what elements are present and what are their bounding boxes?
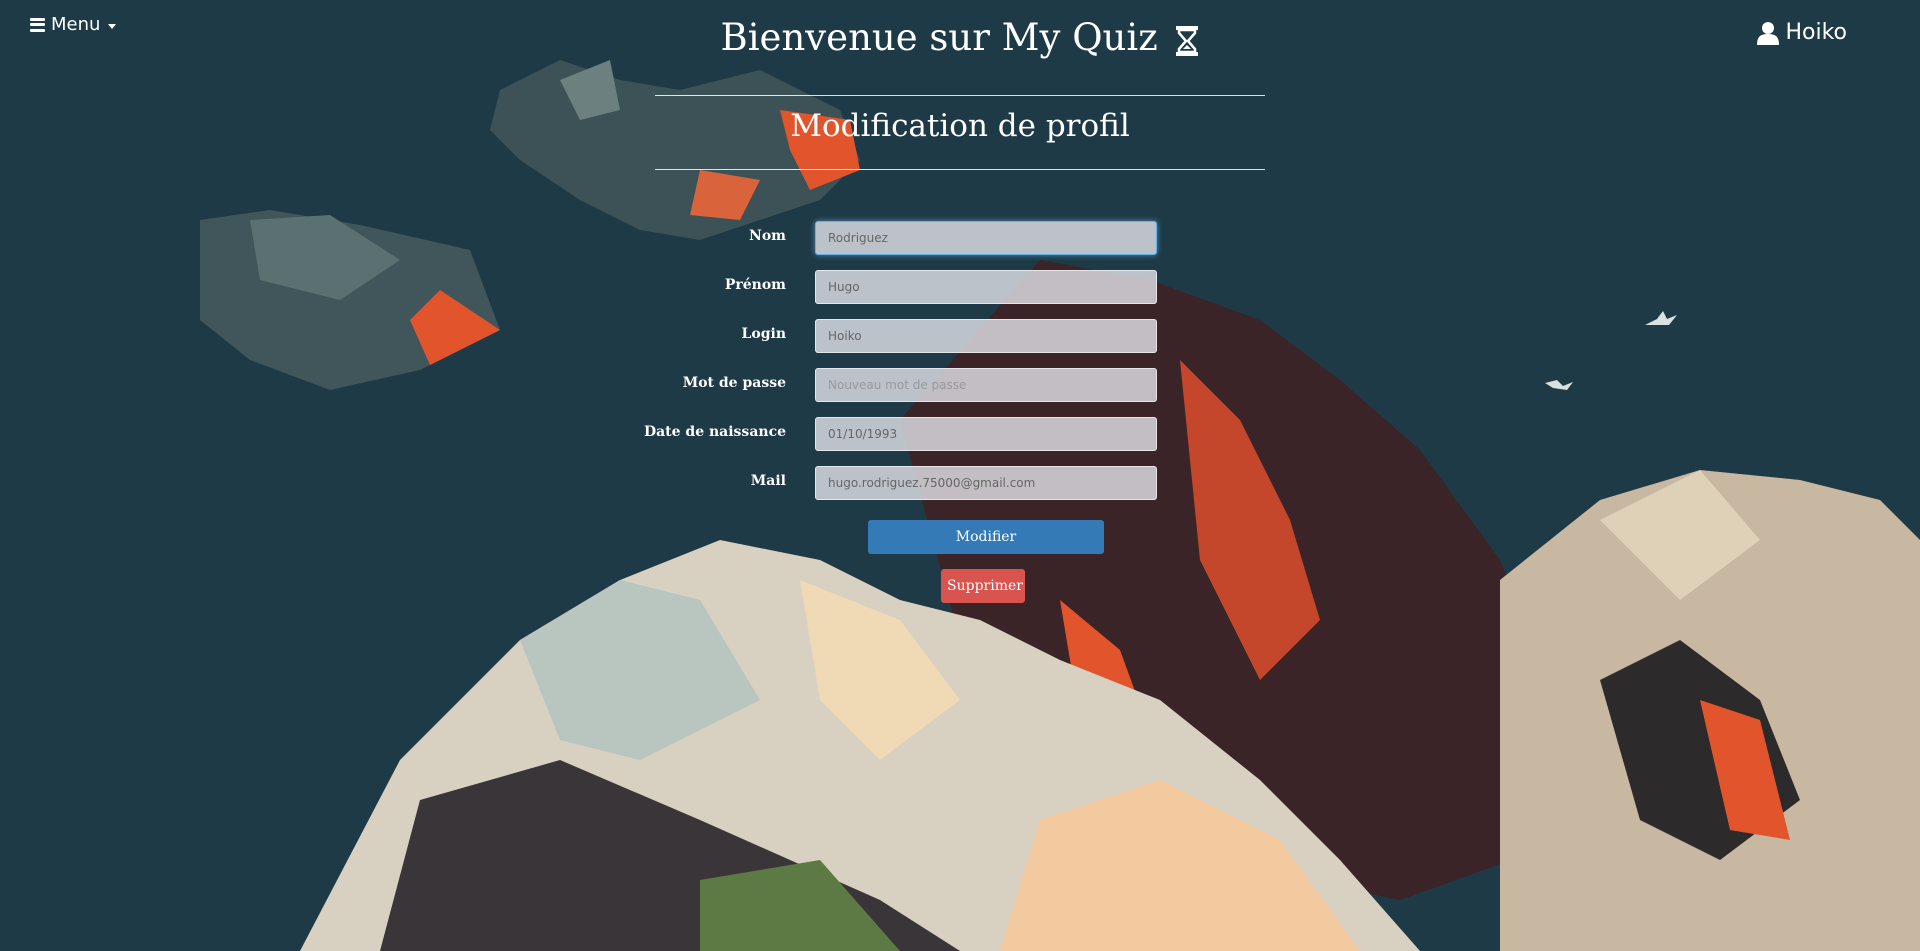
form-row-nom: Nom	[600, 221, 1160, 255]
modify-button[interactable]: Modifier	[868, 520, 1104, 554]
birthdate-input[interactable]	[815, 417, 1157, 451]
user-icon	[1757, 21, 1780, 45]
form-row-password: Mot de passe	[600, 368, 1160, 402]
login-input[interactable]	[815, 319, 1157, 353]
form-row-mail: Mail	[600, 466, 1160, 500]
user-menu[interactable]: Hoiko	[1757, 20, 1847, 45]
page-title: Bienvenue sur My Quiz	[0, 16, 1920, 59]
prenom-input[interactable]	[815, 270, 1157, 304]
prenom-label: Prénom	[724, 277, 786, 293]
divider-bottom	[655, 169, 1265, 170]
divider-top	[655, 95, 1265, 96]
password-input[interactable]	[815, 368, 1157, 402]
form-row-prenom: Prénom	[600, 270, 1160, 304]
username: Hoiko	[1785, 20, 1847, 45]
form-row-login: Login	[600, 319, 1160, 353]
birthdate-label: Date de naissance	[643, 424, 786, 440]
delete-button[interactable]: Supprimer	[941, 569, 1025, 603]
page: Menu Bienvenue sur My Quiz Hoiko Modific…	[0, 0, 1920, 951]
nom-label: Nom	[749, 228, 786, 244]
nom-input[interactable]	[815, 221, 1157, 255]
password-label: Mot de passe	[682, 375, 786, 391]
mail-label: Mail	[750, 473, 786, 489]
login-label: Login	[741, 326, 786, 342]
hourglass-icon	[1176, 25, 1199, 56]
form-row-birthdate: Date de naissance	[600, 417, 1160, 451]
title-text: Bienvenue sur My Quiz	[720, 16, 1158, 59]
section-title: Modification de profil	[790, 108, 1130, 144]
mail-input[interactable]	[815, 466, 1157, 500]
